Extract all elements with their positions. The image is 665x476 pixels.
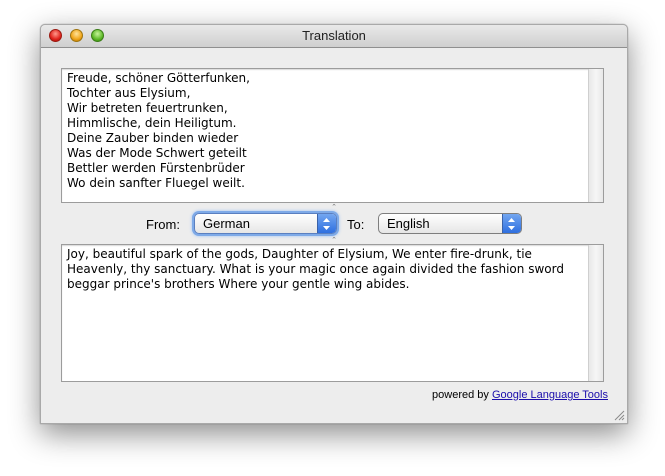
google-language-tools-link[interactable]: Google Language Tools — [492, 389, 608, 401]
powered-by: powered by Google Language Tools — [432, 389, 608, 401]
to-language-select[interactable]: English — [378, 213, 522, 234]
source-line: Deine Zauber binden wieder — [67, 131, 239, 145]
source-line: Freude, schöner Götterfunken, — [67, 71, 250, 85]
to-language-value: English — [387, 216, 430, 231]
from-label: From: — [146, 217, 180, 232]
source-line: Himmlische, dein Heiligtum. — [67, 116, 237, 130]
from-language-select[interactable]: German — [194, 213, 337, 234]
source-text[interactable]: Freude, schöner Götterfunken, Tochter au… — [67, 71, 583, 191]
source-line: Bettler werden Fürstenbrüder — [67, 161, 245, 175]
translation-scrollbar[interactable] — [588, 245, 603, 381]
source-text-area[interactable]: Freude, schöner Götterfunken, Tochter au… — [61, 68, 604, 203]
resize-grip-icon[interactable] — [614, 410, 625, 421]
split-grip-icon[interactable]: ⌃ — [330, 204, 338, 211]
source-scrollbar[interactable] — [588, 69, 603, 202]
from-language-value: German — [203, 216, 250, 231]
source-line: Tochter aus Elysium, — [67, 86, 191, 100]
translation-text-area[interactable]: Joy, beautiful spark of the gods, Daught… — [61, 244, 604, 382]
updown-arrows-icon — [317, 214, 336, 233]
source-line: Was der Mode Schwert geteilt — [67, 146, 247, 160]
to-label: To: — [347, 217, 365, 232]
translation-window: Translation Freude, schöner Götterfunken… — [40, 24, 628, 424]
powered-by-label: powered by — [432, 389, 489, 401]
source-line: Wo dein sanfter Fluegel weilt. — [67, 176, 245, 190]
translation-text[interactable]: Joy, beautiful spark of the gods, Daught… — [67, 247, 583, 292]
title-bar[interactable]: Translation — [41, 25, 627, 48]
window-title: Translation — [302, 28, 366, 43]
language-row: From: German To: English — [41, 213, 627, 237]
source-line: Wir betreten feuertrunken, — [67, 101, 228, 115]
updown-arrows-icon — [502, 214, 521, 233]
